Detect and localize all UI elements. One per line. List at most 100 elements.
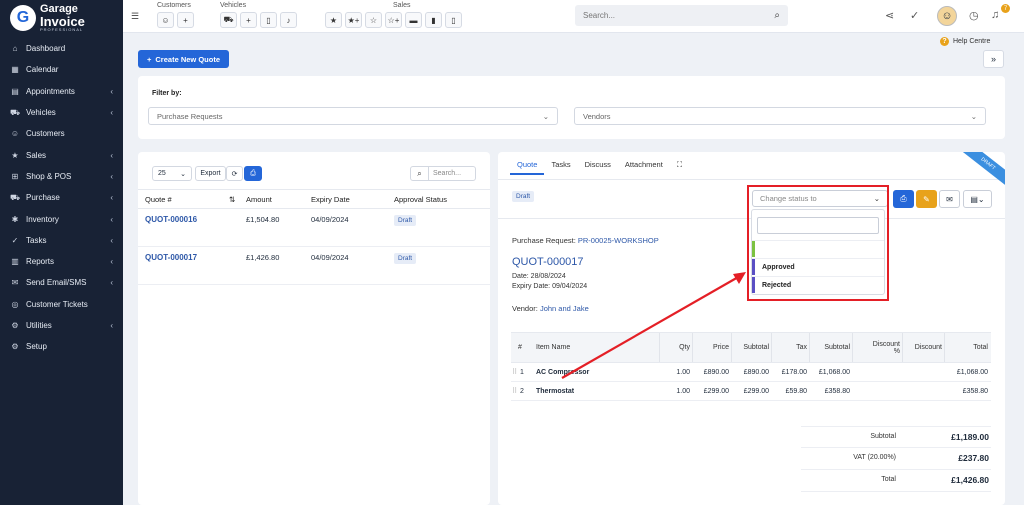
help-centre-link[interactable]: ? Help Centre (940, 37, 990, 46)
search-icon[interactable]: ⌕ (774, 10, 780, 21)
drag-handle-icon[interactable]: ⠿ (512, 363, 517, 381)
sidebar-item-label: Shop & POS (26, 171, 72, 181)
sidebar-item-calendar[interactable]: ▦ Calendar (0, 59, 123, 80)
tab-tasks[interactable]: Tasks (544, 157, 577, 175)
export-button[interactable]: Export (195, 166, 226, 181)
quick-action-button[interactable]: ▯ (445, 12, 462, 28)
chevron-down-icon: ⌄ (542, 111, 549, 121)
chevron-down-icon: ⌄ (970, 111, 977, 121)
column-header: Approval Status (394, 194, 447, 204)
quote-detail-card: Quote Tasks Discuss Attachment ⛶ DRAFT D… (498, 152, 1005, 505)
vendor-link[interactable]: John and Jake (540, 304, 589, 313)
quote-link[interactable]: QUOT-000016 (145, 209, 197, 246)
purchase-request-line: Purchase Request: PR-00025-WORKSHOP (512, 236, 659, 245)
sidebar-item-inventory[interactable]: ✱ Inventory ‹ (0, 208, 123, 229)
page-size-select[interactable]: 25 ⌄ (152, 166, 192, 181)
purchase-request-link[interactable]: PR-00025-WORKSHOP (578, 236, 659, 245)
edit-icon[interactable]: ✎ (916, 190, 937, 208)
sidebar-item-sales[interactable]: ★ Sales ‹ (0, 144, 123, 165)
chevron-left-icon: ‹ (110, 214, 113, 224)
check-icon[interactable]: ✓ (910, 9, 919, 22)
refresh-icon[interactable]: ⟳ (226, 166, 243, 181)
chevron-left-icon: ‹ (110, 108, 113, 118)
quick-action-button[interactable]: ▯ (260, 12, 277, 28)
global-search-input[interactable] (583, 11, 775, 20)
column-header: Tax (771, 333, 807, 362)
email-icon[interactable]: ✉ (939, 190, 960, 208)
quick-action-button[interactable]: ☆ (365, 12, 382, 28)
sidebar-item-shop-pos[interactable]: ⊞ Shop & POS ‹ (0, 166, 123, 187)
quick-action-button[interactable]: ☺ (157, 12, 174, 28)
sidebar-item-purchase[interactable]: ⛟ Purchase ‹ (0, 187, 123, 208)
table-row[interactable]: QUOT-000016 £1,504.80 04/09/2024 Draft (138, 209, 490, 247)
quick-action-button[interactable]: + (240, 12, 257, 28)
envelope-icon: ✉ (11, 278, 19, 288)
quick-action-button[interactable]: ▮ (425, 12, 442, 28)
list-search-placeholder: Search... (433, 170, 462, 177)
list-search[interactable]: ⌕ Search... (410, 166, 476, 181)
chevron-left-icon: ‹ (110, 86, 113, 96)
sidebar-item-label: Calendar (26, 65, 59, 75)
chevron-down-icon: ⌄ (180, 170, 186, 178)
quick-action-button[interactable]: ♪ (280, 12, 297, 28)
total-value: £1,189.00 (951, 432, 989, 442)
quick-group-customers: Customers ☺ + (157, 2, 194, 28)
tab-discuss[interactable]: Discuss (578, 157, 618, 175)
share-icon[interactable]: ⋖ (885, 9, 894, 22)
quick-action-button[interactable]: ☆+ (385, 12, 402, 28)
table-row[interactable]: ⠿ 1 AC Compressor 1.00 £890.00 £890.00 £… (511, 363, 991, 382)
plus-icon: + (147, 54, 152, 64)
expand-panel-button[interactable]: » (983, 50, 1004, 68)
item-total: £358.80 (962, 387, 988, 395)
user-icon: ☺ (10, 129, 20, 139)
column-header: Subtotal (809, 333, 850, 362)
sidebar-item-utilities[interactable]: ⚙ Utilities ‹ (0, 315, 123, 336)
briefcase-icon: ▤ (11, 86, 19, 96)
amount-cell: £1,426.80 (246, 253, 280, 262)
sidebar-item-setup[interactable]: ⚙ Setup (0, 336, 123, 357)
truck-icon: ⛟ (10, 192, 21, 202)
sidebar-item-reports[interactable]: ▥ Reports ‹ (0, 251, 123, 272)
chart-icon: ▥ (11, 257, 19, 267)
sidebar-item-appointments[interactable]: ▤ Appointments ‹ (0, 81, 123, 102)
table-row[interactable]: ⠿ 2 Thermostat 1.00 £299.00 £299.00 £59.… (511, 382, 991, 401)
quick-action-button[interactable]: ▬ (405, 12, 422, 28)
clock-icon[interactable]: ◷ (969, 9, 979, 22)
sort-icon[interactable]: ⇅ (229, 190, 235, 208)
sidebar-item-customer-tickets[interactable]: ◎ Customer Tickets (0, 294, 123, 315)
tab-quote[interactable]: Quote (510, 157, 545, 175)
drag-handle-icon[interactable]: ⠿ (512, 382, 517, 400)
print-icon[interactable]: ⎙ (244, 166, 262, 181)
bell-icon[interactable]: ♫ (991, 9, 999, 21)
quote-number: QUOT-000017 (512, 256, 584, 268)
column-header: Discount (902, 333, 942, 362)
print-icon[interactable]: ⎙ (893, 190, 914, 208)
detail-tabs: Quote Tasks Discuss Attachment ⛶ (510, 157, 689, 175)
sidebar-item-vehicles[interactable]: ⛟ Vehicles ‹ (0, 102, 123, 123)
quick-action-button[interactable]: ★ (325, 12, 342, 28)
item-subtotal: £299.00 (743, 387, 769, 395)
sidebar-item-dashboard[interactable]: ⌂ Dashboard (0, 38, 123, 59)
quote-link[interactable]: QUOT-000017 (145, 247, 197, 284)
purchase-requests-select[interactable]: Purchase Requests ⌄ (148, 107, 558, 125)
help-centre-label: Help Centre (953, 38, 991, 45)
menu-toggle-icon[interactable]: ☰ (131, 11, 139, 22)
quick-action-button[interactable]: ★+ (345, 12, 362, 28)
table-row[interactable]: QUOT-000017 £1,426.80 04/09/2024 Draft (138, 247, 490, 285)
app-logo[interactable]: G Garage Invoice PROFESSIONAL (0, 0, 123, 36)
sidebar-item-customers[interactable]: ☺ Customers (0, 123, 123, 144)
quick-action-button[interactable]: + (177, 12, 194, 28)
tab-attachment[interactable]: Attachment (618, 157, 670, 175)
fullscreen-icon[interactable]: ⛶ (670, 157, 689, 175)
chevron-left-icon: ‹ (110, 257, 113, 267)
star-icon: ★ (11, 150, 19, 160)
sidebar-item-tasks[interactable]: ✓ Tasks ‹ (0, 230, 123, 251)
expiry-cell: 04/09/2024 (311, 215, 349, 224)
create-quote-button[interactable]: + Create New Quote (138, 50, 229, 68)
more-options-icon[interactable]: ▤⌄ (963, 190, 992, 208)
avatar[interactable]: ☺ (937, 6, 957, 26)
quick-group-label: Customers (157, 2, 191, 9)
vendors-select[interactable]: Vendors ⌄ (574, 107, 986, 125)
sidebar-item-send-email-sms[interactable]: ✉ Send Email/SMS ‹ (0, 272, 123, 293)
quick-action-button[interactable]: ⛟ (220, 12, 237, 28)
